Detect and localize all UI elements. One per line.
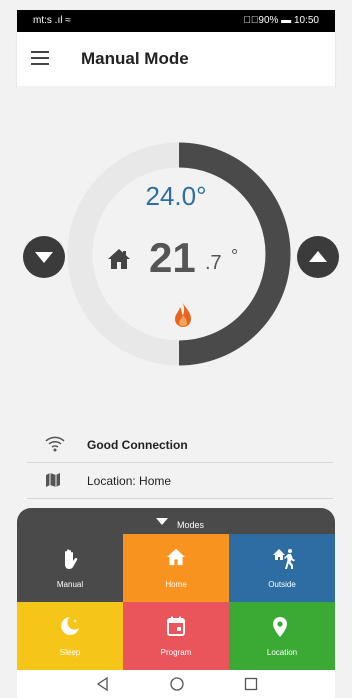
recent-apps-icon[interactable] [243, 676, 259, 692]
location-status-text: Location: Home [87, 474, 172, 488]
mode-label-home: Home [165, 580, 187, 589]
mode-label-manual: Manual [56, 580, 84, 589]
setpoint-temperature: 24.0° [145, 181, 207, 211]
mode-tile-manual[interactable]: Manual [17, 534, 123, 602]
connection-status-row: Good Connection [27, 428, 333, 463]
increase-temperature-button[interactable] [297, 236, 339, 278]
hand-icon [65, 549, 78, 569]
menu-icon[interactable] [31, 51, 49, 65]
mode-tile-home[interactable]: Home [123, 534, 229, 602]
mode-label-location: Location [266, 648, 298, 657]
calendar-icon [167, 616, 185, 636]
mode-label-program: Program [160, 648, 192, 657]
modes-panel: Modes Manual Home Outside Sleep Program … [17, 508, 335, 670]
current-temp-integer: 21 [149, 234, 196, 281]
moon-icon [61, 617, 79, 635]
mode-tile-outside[interactable]: Outside [229, 534, 335, 602]
system-nav-bar [17, 670, 335, 698]
location-status-row: Location: Home [27, 464, 333, 499]
mode-tile-location[interactable]: Location [229, 602, 335, 670]
decrease-temperature-button[interactable] [23, 236, 65, 278]
app-bar: Manual Mode [17, 32, 335, 86]
walking-icon [273, 549, 295, 569]
current-temperature: 21 .7 ° [107, 234, 267, 284]
back-icon[interactable] [95, 676, 111, 692]
mode-tile-program[interactable]: Program [123, 602, 229, 670]
home-circle-icon[interactable] [169, 676, 185, 692]
thermostat-panel: 24.0° 21 .7 ° Good Connection Location: … [17, 86, 339, 506]
wifi-icon [45, 436, 65, 452]
mode-label-outside: Outside [268, 580, 296, 589]
chevron-down-icon [35, 252, 53, 263]
modes-toggle-label: Modes [177, 520, 205, 530]
mode-label-sleep: Sleep [59, 648, 81, 657]
status-carrier: mt:s .ıl ≈ [33, 15, 71, 26]
current-temp-decimal: .7 [205, 252, 222, 274]
mode-tile-sleep[interactable]: Sleep [17, 602, 123, 670]
page-title: Manual Mode [81, 49, 189, 68]
status-battery-time: ▯⃢90% ▬ 10:50 [243, 15, 319, 26]
home-icon [108, 249, 130, 269]
chevron-up-icon [309, 251, 327, 262]
modes-toggle[interactable]: Modes [17, 508, 335, 534]
connection-status-text: Good Connection [87, 438, 188, 452]
flame-icon [175, 303, 191, 327]
location-pin-icon [273, 617, 287, 637]
status-bar: mt:s .ıl ≈ ▯⃢90% ▬ 10:50 [17, 10, 335, 32]
current-temp-degree: ° [231, 246, 239, 266]
home-icon [167, 548, 185, 566]
map-icon [46, 473, 60, 487]
caret-down-icon [156, 518, 168, 525]
